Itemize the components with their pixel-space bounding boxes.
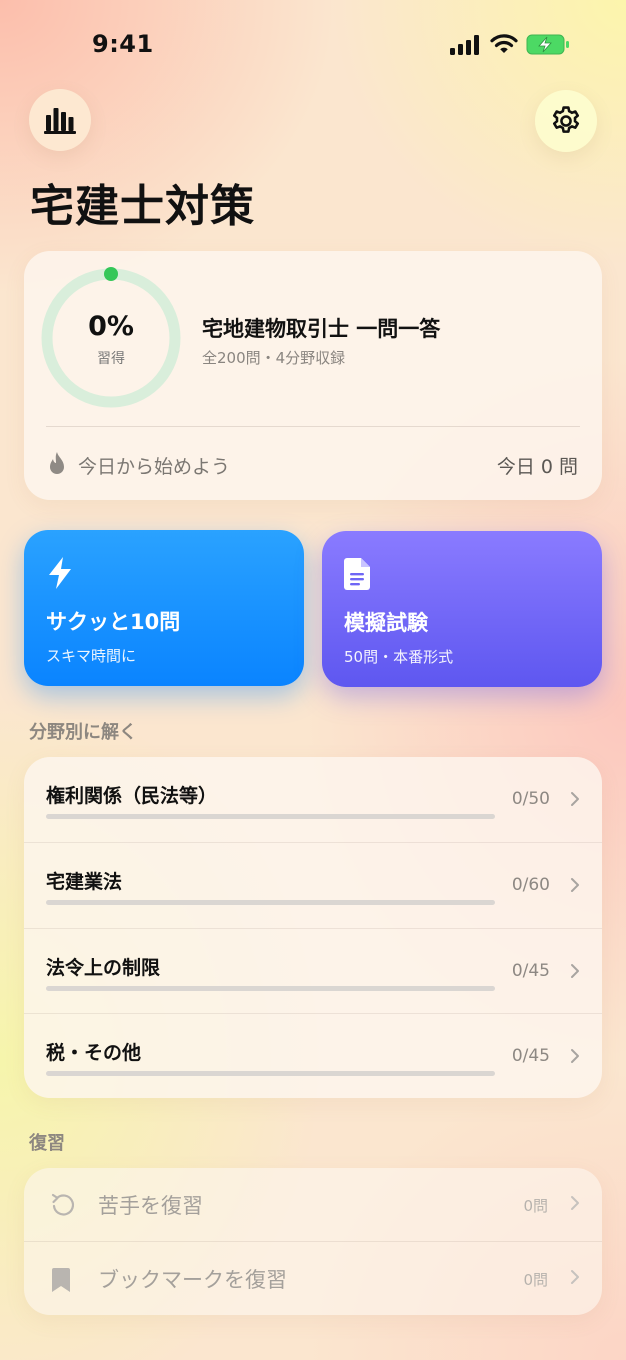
today-count: 今日 0 問 [496,456,578,478]
review-weak-row[interactable]: 苦手を復習 0問 [24,1168,602,1241]
course-title: 宅地建物取引士 一問一答 [202,317,441,341]
field-count: 0/45 [511,1046,550,1066]
document-icon [344,558,370,590]
field-count: 0/45 [511,961,550,981]
bar-chart-icon [44,108,76,134]
quick-10-button[interactable]: サクッと10問 スキマ時間に [24,530,304,686]
field-progress-bar [46,814,495,819]
status-icons [450,34,570,55]
field-row-business-law[interactable]: 宅建業法 0/60 [24,842,602,929]
cellular-signal-icon [450,34,479,55]
field-progress-bar [46,986,495,991]
battery-charging-icon [526,34,569,55]
chevron-right-icon [571,792,579,806]
chevron-right-icon [571,878,579,892]
field-row-regulations[interactable]: 法令上の制限 0/45 [24,928,602,1015]
review-count: 0問 [523,1271,548,1289]
chevron-right-icon [571,1049,579,1063]
chevron-right-icon [571,964,579,978]
field-name: 法令上の制限 [46,957,161,979]
page-title: 宅建士対策 [30,181,255,232]
bookmark-icon [52,1268,70,1292]
status-time: 9:41 [92,30,154,58]
chevron-right-icon [571,1196,579,1210]
gear-icon [552,106,580,133]
bolt-icon [49,557,71,589]
progress-percent: 0% [88,311,134,342]
wifi-icon [490,34,518,53]
settings-button[interactable] [535,90,597,152]
field-row-rights[interactable]: 権利関係（民法等） 0/50 [24,757,602,843]
review-label: ブックマークを復習 [98,1268,287,1292]
progress-label: 習得 [97,351,125,367]
review-count: 0問 [523,1197,548,1215]
card-divider [46,426,580,427]
field-list: 権利関係（民法等） 0/50 宅建業法 0/60 法令上の制限 0/45 税・そ… [24,757,602,1098]
field-name: 宅建業法 [46,871,123,893]
streak-text: 今日から始めよう [78,456,231,478]
mock-subtitle: 50問・本番形式 [344,648,454,666]
section-review-label: 復習 [29,1133,65,1154]
stats-button[interactable] [29,89,91,151]
mock-title: 模擬試験 [344,611,428,635]
quick-subtitle: スキマ時間に [46,647,137,665]
course-subtitle: 全200問・4分野収録 [202,349,346,367]
chevron-right-icon [571,1270,579,1284]
review-label: 苦手を復習 [98,1194,203,1218]
field-name: 権利関係（民法等） [46,785,218,807]
progress-card: 0% 習得 宅地建物取引士 一問一答 全200問・4分野収録 今日から始めよう … [24,251,602,500]
field-row-tax-other[interactable]: 税・その他 0/45 [24,1013,602,1100]
flame-icon [50,452,64,474]
review-bookmark-row[interactable]: ブックマークを復習 0問 [24,1241,602,1315]
field-progress-bar [46,1071,495,1076]
field-count: 0/50 [511,789,550,809]
section-fields-label: 分野別に解く [29,722,137,743]
field-count: 0/60 [511,875,550,895]
review-list: 苦手を復習 0問 ブックマークを復習 0問 [24,1168,602,1315]
field-progress-bar [46,900,495,905]
field-name: 税・その他 [46,1042,142,1064]
retry-icon [51,1193,75,1216]
mock-exam-button[interactable]: 模擬試験 50問・本番形式 [322,531,602,687]
quick-title: サクッと10問 [46,610,181,634]
